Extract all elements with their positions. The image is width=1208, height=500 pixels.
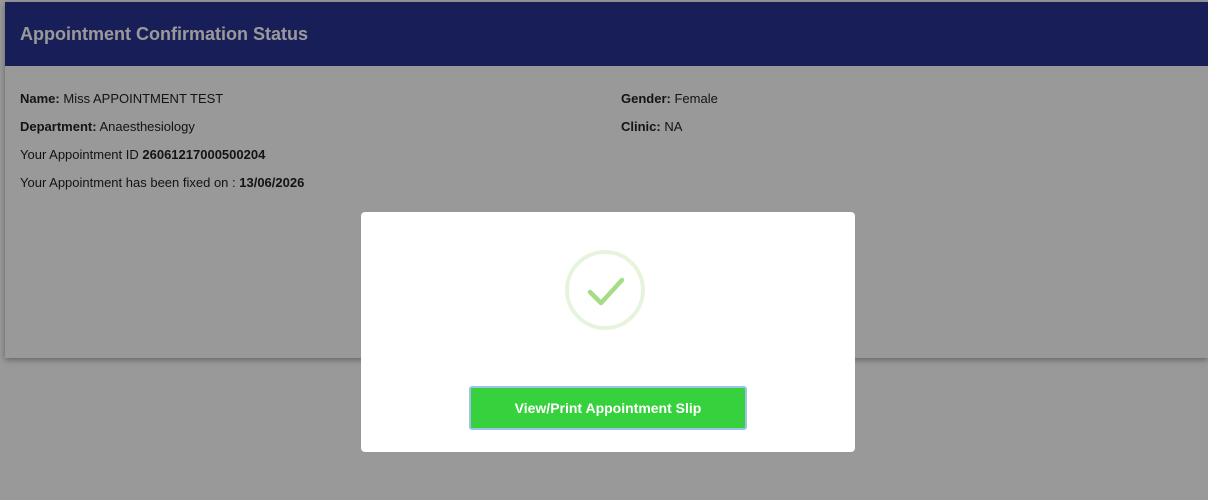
checkmark-icon bbox=[587, 277, 625, 306]
success-modal: View/Print Appointment Slip bbox=[361, 212, 855, 452]
view-print-slip-button[interactable]: View/Print Appointment Slip bbox=[469, 386, 747, 430]
success-circle bbox=[565, 250, 645, 330]
